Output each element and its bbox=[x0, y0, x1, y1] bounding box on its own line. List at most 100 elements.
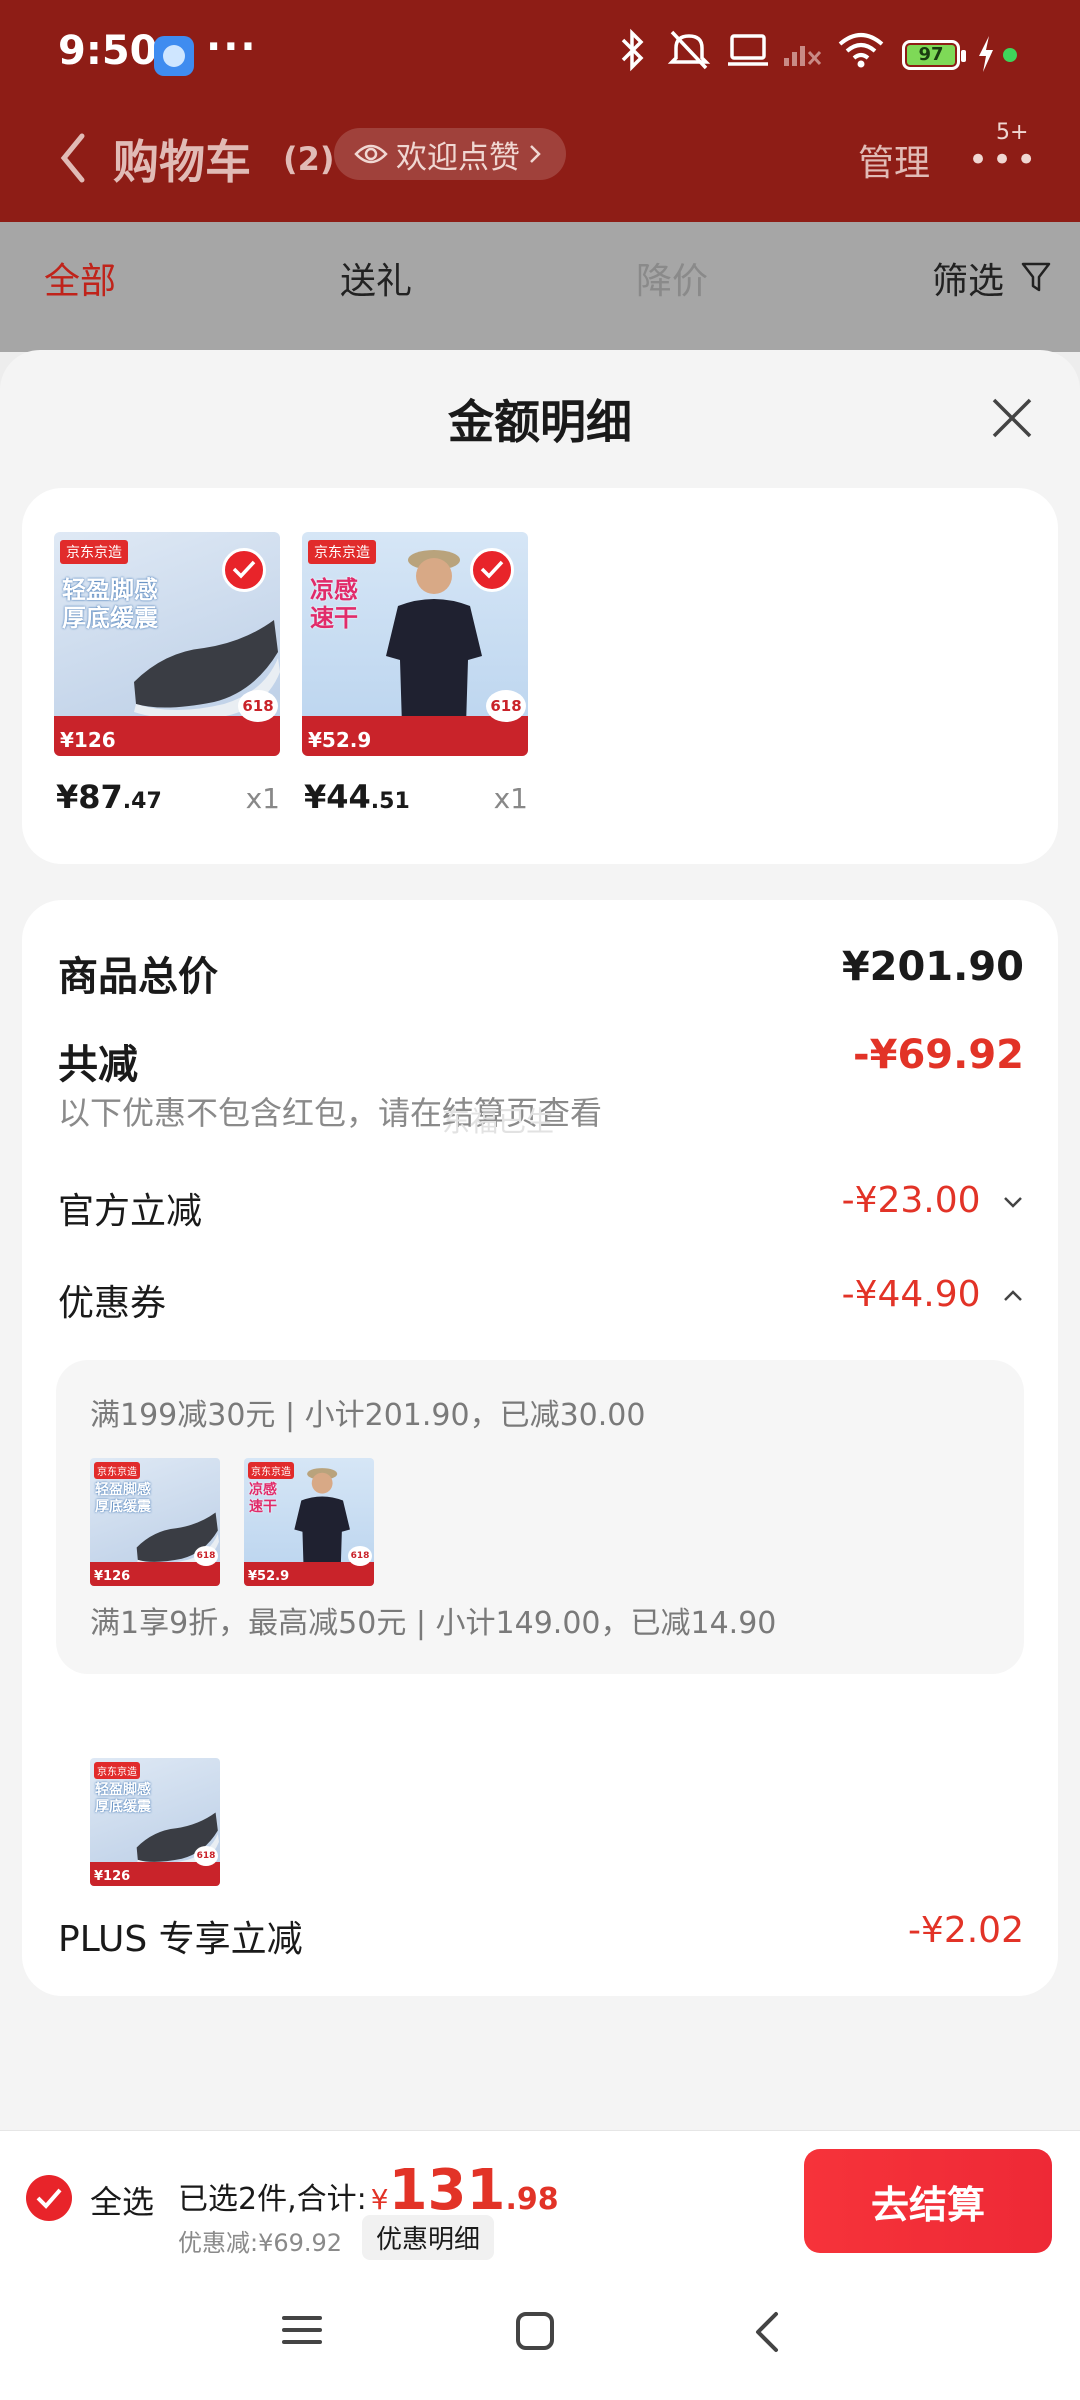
battery-level: 97 bbox=[907, 45, 955, 65]
filter-tabs: 全部 送礼 降价 筛选 bbox=[0, 222, 1080, 352]
product-price: ¥87.47 bbox=[56, 778, 162, 816]
battery-icon: 97 bbox=[902, 40, 966, 70]
tab-price-drop[interactable]: 降价 bbox=[636, 252, 708, 304]
618-badge: 618 bbox=[194, 1546, 218, 1566]
discount-summary: 优惠减:¥69.92 bbox=[178, 2229, 343, 2257]
coupon-rule-1: 满199减30元 | 小计201.90，已减30.00 bbox=[90, 1398, 646, 1433]
product-item[interactable]: 京东京造 轻盈脚感 厚底缓震 ¥126 618 ¥87.47 x1 bbox=[54, 532, 280, 816]
select-all-label[interactable]: 全选 bbox=[90, 2177, 154, 2223]
app-notification-icon bbox=[154, 36, 194, 76]
charging-bolt-icon bbox=[979, 36, 993, 72]
thumb-price: ¥126 bbox=[94, 1869, 131, 1884]
image-price: ¥126 bbox=[60, 728, 116, 752]
welcome-pill[interactable]: 欢迎点赞 bbox=[334, 128, 566, 180]
official-discount-value: -¥23.00 bbox=[841, 1180, 981, 1221]
chevron-up-icon bbox=[1004, 1290, 1022, 1301]
coupon-value: -¥44.90 bbox=[841, 1274, 981, 1315]
cart-nav-bar: 购物车 (2) 欢迎点赞 管理 ••• 5+ bbox=[0, 110, 1080, 222]
mute-icon bbox=[667, 30, 711, 70]
discount-detail-button[interactable]: 优惠明细 bbox=[362, 2215, 495, 2260]
page-title: 购物车 bbox=[113, 135, 251, 189]
menu-icon[interactable] bbox=[280, 2310, 324, 2350]
selected-check[interactable] bbox=[470, 548, 514, 592]
total-amount-integer: 131 bbox=[388, 2158, 506, 2223]
coupon-product-thumb-shoe: 京东京造 轻盈脚感 厚底缓震 ¥126 618 bbox=[90, 1458, 220, 1586]
sheet-title: 金额明细 bbox=[448, 395, 632, 449]
check-icon bbox=[232, 560, 256, 579]
plus-discount-value: -¥2.02 bbox=[907, 1910, 1024, 1951]
eye-icon bbox=[354, 144, 388, 164]
coupon-row[interactable]: -¥44.90 bbox=[842, 1274, 1024, 1315]
selected-text: 已选2件,合计: bbox=[178, 2182, 367, 2217]
selected-products-card: 京东京造 轻盈脚感 厚底缓震 ¥126 618 ¥87.47 x1 京东京造 凉… bbox=[22, 488, 1058, 864]
bluetooth-icon bbox=[621, 28, 644, 72]
status-bar: 9:50 ··· 97 bbox=[0, 0, 1080, 110]
checkout-bar: 全选 已选2件,合计: ¥ 131 .98 优惠减:¥69.92 优惠明细 去结… bbox=[0, 2130, 1080, 2267]
plus-discount-label: PLUS 专享立减 bbox=[58, 1919, 303, 1960]
amount-detail-sheet: 金额明细 京东京造 轻盈脚感 厚底缓震 ¥126 618 ¥87.47 x1 京… bbox=[0, 350, 1080, 2130]
official-discount-label: 官方立减 bbox=[58, 1191, 203, 1232]
product-price: ¥44.51 bbox=[304, 778, 410, 816]
more-menu-icon[interactable]: ••• bbox=[968, 140, 1040, 180]
brand-tag: 京东京造 bbox=[308, 540, 376, 564]
header-background: 9:50 ··· 97 购物车 (2) 欢迎点赞 管理 ••• 5+ bbox=[0, 0, 1080, 222]
wifi-icon bbox=[838, 33, 884, 68]
model-illustration bbox=[294, 1468, 350, 1570]
goods-total-label: 商品总价 bbox=[58, 954, 218, 1000]
coupon-product-thumb-tshirt: 京东京造 凉感 速干 ¥52.9 618 bbox=[244, 1458, 374, 1586]
image-price: ¥52.9 bbox=[308, 728, 372, 752]
official-discount-row[interactable]: -¥23.00 bbox=[842, 1180, 1024, 1221]
message-badge: 5+ bbox=[996, 120, 1029, 145]
checkout-button[interactable]: 去结算 bbox=[804, 2149, 1052, 2253]
more-notifications-indicator: ··· bbox=[206, 24, 258, 70]
status-time: 9:50 bbox=[58, 28, 158, 74]
filter-icon[interactable] bbox=[1020, 260, 1052, 294]
product-quantity: x1 bbox=[245, 782, 280, 815]
product-image-shoe: 京东京造 轻盈脚感 厚底缓震 ¥126 618 bbox=[54, 532, 280, 756]
618-badge: 618 bbox=[194, 1846, 218, 1866]
product-item[interactable]: 京东京造 凉感 速干 ¥52.9 618 ¥44.51 x1 bbox=[302, 532, 528, 816]
manage-button[interactable]: 管理 bbox=[858, 134, 930, 186]
currency-symbol: ¥ bbox=[370, 2183, 389, 2216]
618-badge: 618 bbox=[238, 690, 278, 722]
chevron-down-icon bbox=[1004, 1197, 1022, 1208]
close-icon[interactable] bbox=[988, 394, 1036, 442]
tab-all[interactable]: 全部 bbox=[44, 252, 116, 304]
brand-tag: 京东京造 bbox=[60, 540, 128, 564]
618-badge: 618 bbox=[348, 1546, 372, 1566]
signal-icon bbox=[784, 46, 822, 66]
product-quantity: x1 bbox=[493, 782, 528, 815]
coupon-product-thumb-shoe: 京东京造 轻盈脚感 厚底缓震 ¥126 618 bbox=[90, 1758, 220, 1886]
system-navigation-bar bbox=[0, 2266, 1080, 2400]
tab-gift[interactable]: 送礼 bbox=[340, 252, 412, 304]
coupon-detail-box: 满199减30元 | 小计201.90，已减30.00 京东京造 轻盈脚感 厚底… bbox=[56, 1360, 1024, 1674]
welcome-pill-label: 欢迎点赞 bbox=[396, 139, 520, 176]
total-amount-decimal: .98 bbox=[505, 2182, 559, 2217]
product-image-text: 凉感 速干 bbox=[310, 576, 358, 632]
total-reduce-label: 共减 bbox=[58, 1042, 138, 1088]
tab-filter[interactable]: 筛选 bbox=[932, 252, 1004, 304]
cart-count: (2) bbox=[283, 140, 335, 178]
selected-summary: 已选2件,合计: ¥ 131 .98 bbox=[178, 2158, 559, 2223]
product-image-tshirt: 京东京造 凉感 速干 ¥52.9 618 bbox=[302, 532, 528, 756]
laptop-icon bbox=[728, 34, 768, 66]
chevron-right-icon bbox=[530, 145, 541, 163]
select-all-checkbox[interactable] bbox=[26, 2175, 72, 2221]
618-badge: 618 bbox=[486, 690, 526, 722]
check-icon bbox=[480, 560, 504, 579]
thumb-price: ¥126 bbox=[94, 1569, 131, 1584]
thumb-price: ¥52.9 bbox=[248, 1569, 290, 1584]
brand-tag: 京东京造 bbox=[94, 1762, 140, 1779]
coupon-rule-2: 满1享9折，最高减50元 | 小计149.00，已减14.90 bbox=[90, 1606, 777, 1641]
back-chevron-icon[interactable] bbox=[58, 130, 88, 186]
price-breakdown-card: 商品总价 ¥201.90 共减 -¥69.92 以下优惠不包含红包，请在结算页查… bbox=[22, 900, 1058, 1996]
check-icon bbox=[36, 2188, 62, 2209]
back-icon[interactable] bbox=[752, 2310, 782, 2354]
goods-total-value: ¥201.90 bbox=[841, 944, 1024, 990]
selected-check[interactable] bbox=[222, 548, 266, 592]
coupon-label: 优惠券 bbox=[58, 1283, 167, 1324]
watermark: 东福已生 bbox=[442, 1105, 555, 1138]
home-icon[interactable] bbox=[514, 2310, 556, 2352]
brand-tag: 京东京造 bbox=[94, 1462, 140, 1479]
thumb-text: 凉感 速干 bbox=[249, 1482, 277, 1515]
